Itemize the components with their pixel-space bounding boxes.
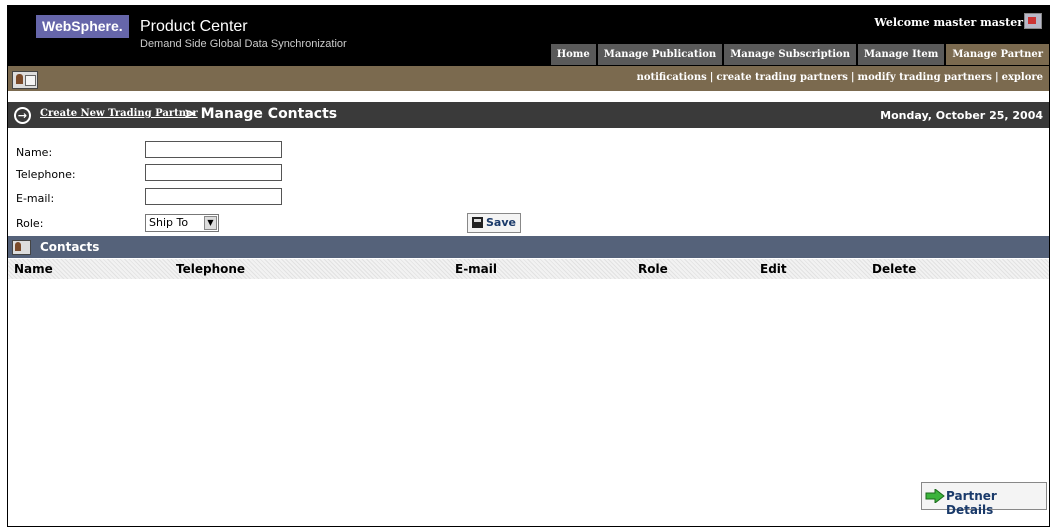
tab-manage-subscription[interactable]: Manage Subscription — [724, 44, 856, 65]
app-window: WebSphere. Product Center Demand Side Gl… — [7, 5, 1050, 527]
partner-details-button[interactable]: Partner Details — [921, 482, 1047, 517]
partner-details-label: Partner Details — [946, 489, 997, 517]
tab-manage-publication[interactable]: Manage Publication — [597, 44, 723, 65]
tab-manage-partner[interactable]: Manage Partner — [946, 44, 1049, 65]
link-explore[interactable]: explore — [1002, 72, 1043, 83]
arrow-right-circle-icon[interactable]: → — [14, 107, 31, 124]
column-header-delete: Delete — [872, 262, 917, 276]
role-select-value: Ship To — [149, 216, 189, 229]
subnav-links: notifications | create trading partners | mo… — [637, 72, 1043, 83]
product-title: Product Center — [140, 18, 248, 35]
tab-home[interactable]: Home — [550, 44, 596, 65]
contacts-table-header: Name Telephone E-mail Role Edit Delete — [8, 259, 1049, 279]
header: WebSphere. Product Center Demand Side Gl… — [8, 6, 1049, 66]
telephone-field[interactable] — [145, 164, 282, 181]
chevron-down-icon[interactable]: ▼ — [204, 216, 217, 230]
email-label: E-mail: — [16, 192, 55, 205]
breadcrumb-link-create-partner[interactable]: Create New Trading Partner — [40, 108, 198, 119]
column-header-email: E-mail — [455, 262, 498, 276]
tab-manage-item[interactable]: Manage Item — [857, 44, 945, 65]
partner-card-icon — [12, 71, 38, 89]
role-select[interactable]: Ship To ▼ — [145, 214, 219, 232]
arrow-right-icon — [925, 489, 945, 503]
contacts-section-header: Contacts — [8, 236, 1049, 258]
column-header-edit: Edit — [760, 262, 787, 276]
welcome-text: Welcome master master — [874, 16, 1023, 29]
websphere-logo: WebSphere. — [36, 15, 129, 38]
link-notifications[interactable]: notifications — [637, 72, 707, 83]
separator: | — [850, 72, 855, 83]
telephone-label: Telephone: — [16, 168, 76, 181]
breadcrumb: → Create New Trading Partner > Manage Co… — [8, 102, 1049, 128]
top-navigation: Home Manage Publication Manage Subscript… — [549, 44, 1049, 65]
column-header-role: Role — [638, 262, 668, 276]
contacts-card-icon — [12, 240, 31, 255]
date-text: Monday, October 25, 2004 — [880, 109, 1043, 122]
name-field[interactable] — [145, 141, 282, 158]
user-icon[interactable] — [1024, 13, 1042, 29]
separator: | — [994, 72, 999, 83]
page-title: > Manage Contacts — [184, 106, 338, 122]
email-field[interactable] — [145, 188, 282, 205]
separator: | — [709, 72, 714, 83]
floppy-disk-icon — [472, 217, 483, 228]
save-button[interactable]: Save — [467, 213, 521, 233]
column-header-name: Name — [14, 262, 53, 276]
column-header-telephone: Telephone — [176, 262, 246, 276]
name-label: Name: — [16, 146, 53, 159]
role-label: Role: — [16, 217, 44, 230]
link-create-trading-partners[interactable]: create trading partners — [716, 72, 847, 83]
link-modify-trading-partners[interactable]: modify trading partners — [858, 72, 992, 83]
save-button-label: Save — [486, 216, 516, 229]
product-subtitle: Demand Side Global Data Synchronizatior — [140, 38, 347, 50]
sub-navigation: notifications | create trading partners | mo… — [8, 66, 1049, 91]
contacts-title: Contacts — [40, 240, 100, 254]
